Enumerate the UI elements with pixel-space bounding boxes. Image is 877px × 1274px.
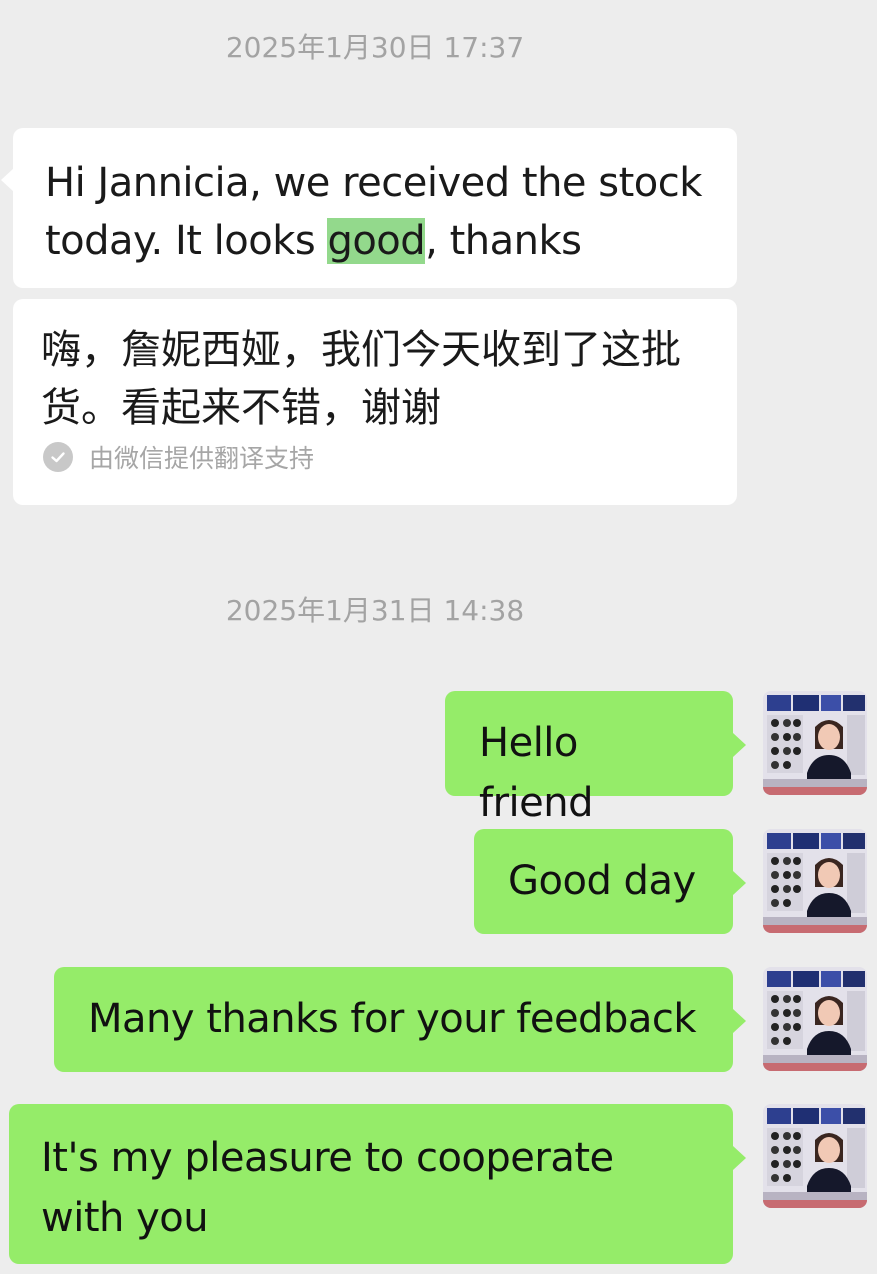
outgoing-message-bubble[interactable]: It's my pleasure to cooperate with you (9, 1104, 746, 1264)
bubble-tail (733, 1146, 746, 1170)
outgoing-message-text: Hello friend (479, 720, 594, 826)
bubble-tail (1, 168, 14, 192)
avatar[interactable] (763, 829, 867, 933)
outgoing-message-text: Good day (508, 858, 696, 904)
translation-source-label: 由微信提供翻译支持 (89, 444, 315, 473)
incoming-message-bubble[interactable]: Hi Jannicia, we received the stock today… (1, 128, 737, 288)
translation-text: 嗨，詹妮西娅，我们今天收到了这批货。看起来不错，谢谢 (41, 327, 681, 431)
outgoing-message-bubble[interactable]: Good day (474, 829, 746, 934)
avatar[interactable] (763, 967, 867, 1071)
timestamp: 2025年1月30日 17:37 (225, 31, 525, 64)
translation-source-note: 由微信提供翻译支持 (41, 439, 709, 475)
outgoing-message-bubble[interactable]: Many thanks for your feedback (54, 967, 746, 1072)
outgoing-message-text: It's my pleasure to cooperate with you (41, 1135, 614, 1241)
avatar[interactable] (763, 1104, 867, 1208)
check-circle-icon (43, 442, 73, 472)
highlighted-word[interactable]: good (327, 218, 426, 264)
bubble-tail (733, 733, 746, 757)
incoming-message-text: Hi Jannicia, we received the stock today… (45, 160, 702, 264)
outgoing-message-bubble[interactable]: Hello friend (445, 691, 746, 826)
bubble-tail (733, 1009, 746, 1033)
bubble-tail (733, 871, 746, 895)
timestamp: 2025年1月31日 14:38 (225, 594, 525, 627)
translation-bubble[interactable]: 嗨，詹妮西娅，我们今天收到了这批货。看起来不错，谢谢 由微信提供翻译支持 (13, 299, 737, 505)
avatar[interactable] (763, 691, 867, 795)
outgoing-message-text: Many thanks for your feedback (88, 996, 697, 1042)
